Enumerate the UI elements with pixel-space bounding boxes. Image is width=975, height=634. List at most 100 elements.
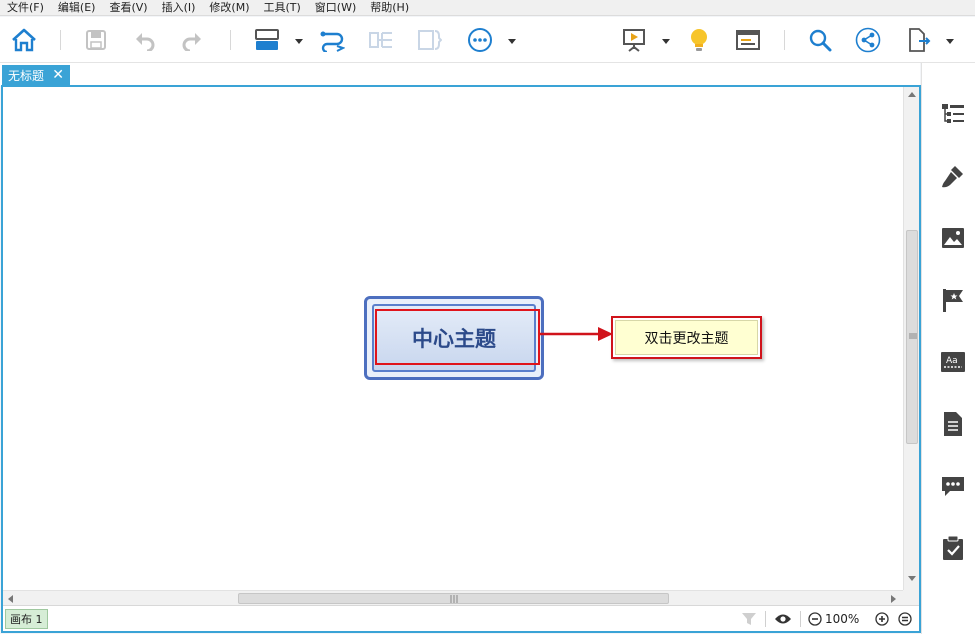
redo-icon (182, 33, 201, 51)
status-separator (765, 611, 766, 627)
vertical-scrollbar[interactable] (903, 87, 919, 590)
comment-panel-button[interactable] (940, 473, 966, 499)
scrollbar-corner (903, 590, 919, 605)
save-icon (86, 30, 106, 50)
selection-highlight (375, 309, 540, 365)
image-icon (942, 228, 964, 248)
menu-bar: 文件(F) 编辑(E) 查看(V) 插入(I) 修改(M) 工具(T) 窗口(W… (0, 0, 975, 16)
toolbar-separator (60, 30, 61, 50)
vertical-scroll-thumb[interactable] (906, 230, 918, 444)
sheet-tab[interactable]: 画布 1 (5, 609, 48, 629)
scroll-right-icon[interactable] (891, 595, 897, 603)
zoom-out-icon (808, 612, 822, 626)
more-button[interactable] (465, 25, 495, 55)
eye-icon (775, 614, 791, 624)
chevron-down-icon[interactable] (295, 37, 303, 45)
notes-icon (944, 412, 962, 436)
search-button[interactable] (805, 25, 835, 55)
share-icon (855, 27, 881, 53)
chevron-down-icon[interactable] (508, 37, 516, 45)
menu-modify[interactable]: 修改(M) (202, 0, 256, 15)
undo-button[interactable] (130, 25, 160, 55)
subtopic-node[interactable]: 双击更改主题 (611, 316, 762, 359)
status-bar: 画布 1 100% (3, 605, 919, 631)
format-brush-icon (942, 166, 963, 188)
fit-view-button[interactable] (896, 610, 914, 628)
tab-label: 无标题 (8, 69, 45, 83)
scroll-up-icon[interactable] (908, 91, 916, 97)
close-icon[interactable]: ✕ (52, 67, 64, 83)
outline-icon (942, 104, 964, 123)
horizontal-scroll-thumb[interactable] (238, 593, 669, 604)
marker-flag-icon (943, 289, 963, 312)
outline-view-icon (736, 30, 760, 50)
status-separator (800, 611, 801, 627)
zoom-out-button[interactable] (806, 610, 824, 628)
presentation-button[interactable] (619, 25, 649, 55)
task-panel-button[interactable] (940, 535, 966, 561)
tab-untitled[interactable]: 无标题 ✕ (2, 65, 70, 86)
grip-icon (450, 595, 458, 603)
undo-icon (136, 33, 155, 51)
relationship-icon (320, 31, 345, 52)
connector-arrow (540, 327, 613, 341)
menu-tools[interactable]: 工具(T) (256, 0, 307, 15)
theme-icon (255, 29, 279, 50)
menu-insert[interactable]: 插入(I) (155, 0, 203, 15)
idea-icon (691, 29, 707, 51)
toolbar-separator (784, 30, 785, 50)
marker-panel-button[interactable] (940, 287, 966, 313)
search-icon (809, 29, 832, 52)
chevron-down-icon[interactable] (662, 37, 670, 45)
menu-file[interactable]: 文件(F) (0, 0, 51, 15)
outline-panel-button[interactable] (940, 101, 966, 127)
more-icon (468, 28, 492, 52)
visibility-button[interactable] (771, 610, 795, 628)
svg-text:Aa: Aa (946, 356, 958, 366)
theme-button[interactable] (252, 25, 282, 55)
presentation-icon (623, 29, 645, 52)
main-toolbar (0, 17, 975, 63)
boundary-button[interactable] (414, 25, 444, 55)
idea-button[interactable] (684, 25, 714, 55)
subtopic-inner: 双击更改主题 (615, 320, 758, 355)
image-panel-button[interactable] (940, 225, 966, 251)
document-tab-strip: 无标题 ✕ (0, 63, 920, 86)
notes-panel-button[interactable] (940, 411, 966, 437)
relationship-button[interactable] (317, 25, 347, 55)
home-button[interactable] (9, 25, 39, 55)
save-button[interactable] (81, 25, 111, 55)
menu-view[interactable]: 查看(V) (102, 0, 154, 15)
scroll-down-icon[interactable] (908, 576, 916, 582)
horizontal-scrollbar[interactable] (3, 590, 903, 605)
task-icon (943, 535, 963, 560)
menu-help[interactable]: 帮助(H) (363, 0, 416, 15)
grip-icon (909, 333, 917, 339)
outline-view-button[interactable] (733, 25, 763, 55)
export-button[interactable] (903, 25, 933, 55)
redo-button[interactable] (177, 25, 207, 55)
chevron-down-icon[interactable] (946, 37, 954, 45)
menu-window[interactable]: 窗口(W) (308, 0, 363, 15)
text-style-panel-button[interactable]: Aa (940, 349, 966, 375)
zoom-level: 100% (825, 612, 860, 626)
mindmap-canvas[interactable]: 中心主题 双击更改主题 (3, 87, 903, 590)
export-icon (909, 28, 931, 52)
fit-view-icon (898, 612, 912, 626)
boundary-icon (418, 30, 442, 50)
text-style-icon: Aa (941, 352, 965, 372)
menu-edit[interactable]: 编辑(E) (51, 0, 103, 15)
format-panel-button[interactable] (940, 163, 966, 189)
home-icon (12, 28, 36, 52)
filter-button[interactable] (738, 610, 760, 628)
mindmap-app-window: 文件(F) 编辑(E) 查看(V) 插入(I) 修改(M) 工具(T) 窗口(W… (0, 0, 975, 634)
share-button[interactable] (853, 25, 883, 55)
filter-icon (742, 613, 756, 625)
canvas-frame: 中心主题 双击更改主题 画布 1 100% (1, 85, 921, 633)
right-side-panel: Aa (921, 63, 975, 634)
scroll-left-icon[interactable] (7, 595, 13, 603)
zoom-in-button[interactable] (873, 610, 891, 628)
subtopic-label: 双击更改主题 (644, 330, 729, 347)
summary-button[interactable] (366, 25, 396, 55)
comment-icon (942, 477, 964, 496)
